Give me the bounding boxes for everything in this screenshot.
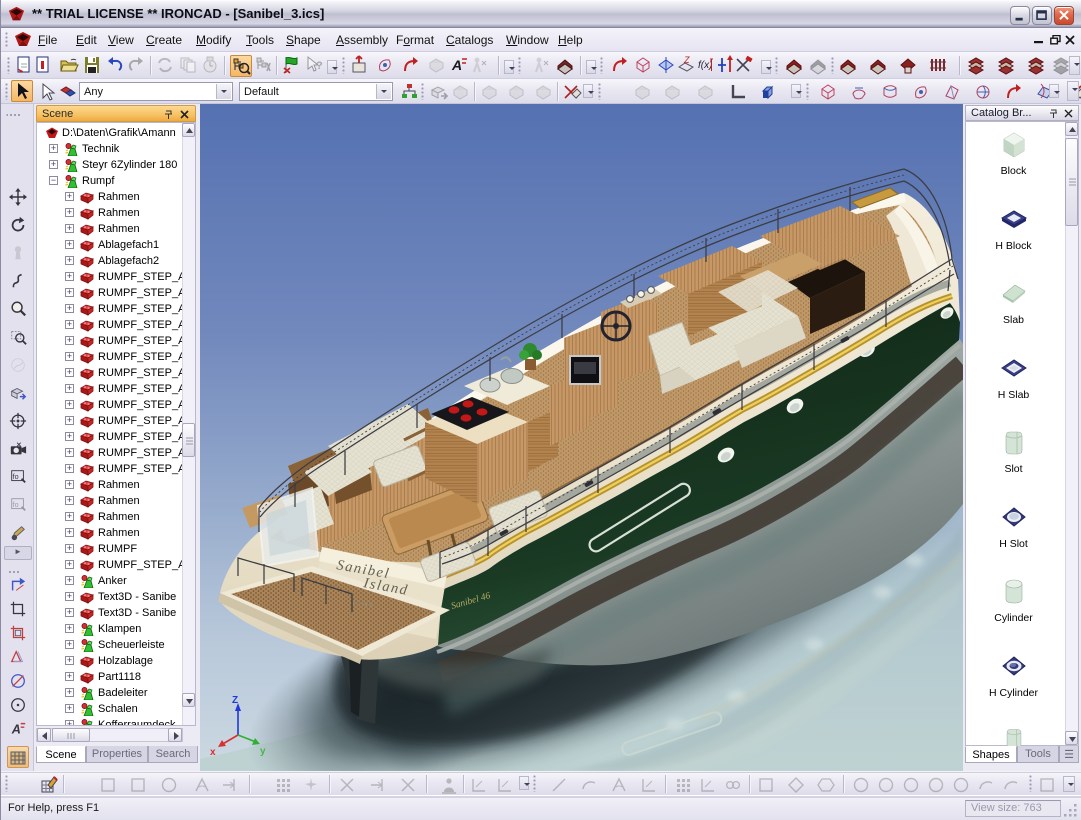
svg-text:Z: Z (683, 55, 690, 65)
svg-text:y: y (260, 746, 266, 757)
svg-text:A: A (451, 57, 462, 73)
svg-text:x: x (210, 747, 216, 758)
svg-text:?: ? (316, 60, 323, 72)
svg-text:Z: Z (232, 695, 238, 706)
svg-text:fo: fo (13, 500, 19, 509)
svg-text:f(x): f(x) (698, 60, 712, 71)
svg-text:fo: fo (13, 472, 19, 481)
svg-text:A: A (11, 723, 21, 737)
